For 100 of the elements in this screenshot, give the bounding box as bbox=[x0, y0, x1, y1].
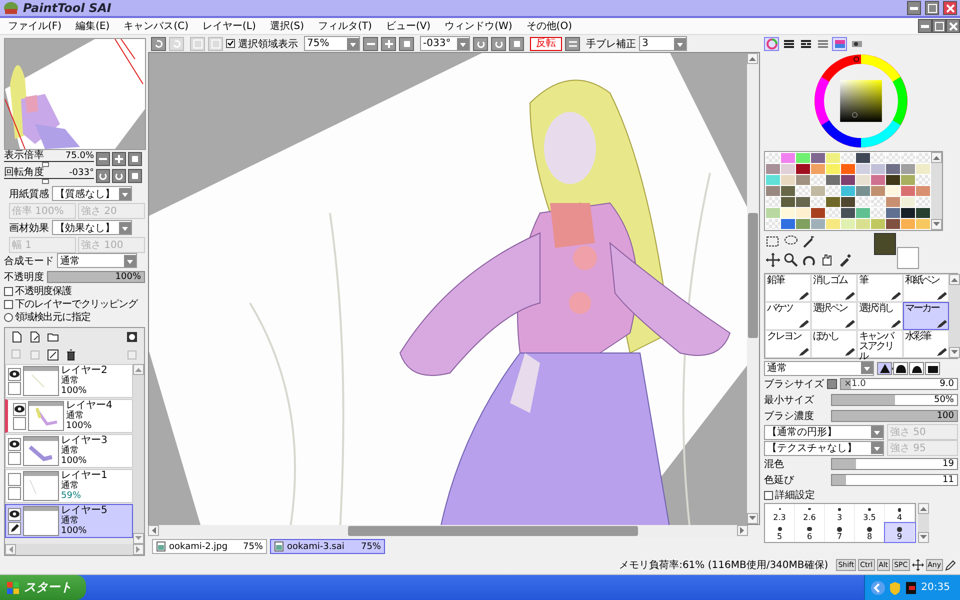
app-logo: PaintTool SAI bbox=[23, 1, 112, 15]
blend-mode-dropdown[interactable]: 通常 bbox=[57, 253, 137, 268]
brush-tool[interactable]: 選択ペン bbox=[811, 302, 857, 330]
size-multiplier: ×1.0 bbox=[844, 379, 866, 389]
brush-size-option[interactable]: 9 bbox=[885, 523, 915, 542]
blend-mode: 通常 bbox=[61, 516, 80, 526]
angle-dropdown[interactable]: -033° bbox=[420, 36, 470, 51]
slider-value: 50% bbox=[934, 395, 954, 405]
layer-row[interactable]: レイヤー1 通常 59% bbox=[5, 469, 133, 503]
field-label: 用紙質感 bbox=[9, 188, 49, 200]
brush-mode-dropdown[interactable]: 通常 bbox=[764, 360, 874, 376]
layer-name: レイヤー2 bbox=[61, 366, 108, 376]
brush-tool[interactable]: クレヨン bbox=[765, 330, 811, 358]
document-name: ookami-2.jpg bbox=[169, 542, 228, 552]
slider-value: 100% bbox=[115, 272, 141, 282]
field-label: 手ブレ補正 bbox=[586, 38, 636, 50]
layer-opacity: 100% bbox=[66, 421, 93, 431]
field-label: 合成モード bbox=[4, 254, 54, 268]
menu-item[interactable]: ウィンドウ(W) bbox=[442, 19, 524, 33]
option-label: 下のレイヤーでクリッピング bbox=[15, 298, 138, 311]
brush-tool[interactable]: 消しゴム bbox=[811, 274, 857, 302]
opacity-slider[interactable]: 100% bbox=[47, 270, 145, 282]
slider[interactable]: 100 bbox=[831, 410, 958, 422]
brush-tool[interactable]: 選択消し bbox=[857, 302, 903, 330]
layer-row[interactable]: レイヤー2 通常 100% bbox=[5, 364, 133, 398]
menu-item[interactable]: フィルタ(T) bbox=[316, 19, 384, 33]
checkbox-label: 詳細設定 bbox=[775, 488, 815, 502]
layer-row[interactable]: レイヤー5 通常 100% bbox=[5, 504, 133, 538]
menu-item[interactable]: 編集(E) bbox=[74, 19, 122, 33]
brush-tool[interactable]: 和紙ペン bbox=[903, 274, 949, 302]
slider-label: ブラシサイズ bbox=[764, 378, 824, 391]
brush-size-option[interactable]: 7 bbox=[825, 523, 855, 542]
shape-dropdown[interactable]: 【通常の円形】 bbox=[764, 424, 884, 440]
checkbox-label: 選択領域表示 bbox=[238, 38, 298, 50]
param-field: 強さ 95 bbox=[887, 440, 958, 456]
blend-mode: 通常 bbox=[61, 481, 80, 491]
shape-dropdown[interactable]: 【テクスチャなし】 bbox=[764, 440, 884, 456]
texture-dropdown[interactable]: 【質感なし】 bbox=[52, 186, 132, 201]
param-field: 幅 1 bbox=[9, 237, 76, 253]
document-zoom: 75% bbox=[360, 542, 381, 552]
document-name: ookami-3.sai bbox=[287, 542, 344, 552]
stabilizer-dropdown[interactable]: 3 bbox=[639, 36, 687, 51]
start-button[interactable]: スタート bbox=[0, 575, 86, 600]
slider[interactable]: ×1.0 9.0 bbox=[840, 378, 958, 390]
clock: 20:35 bbox=[921, 582, 950, 593]
texture-dropdown[interactable]: 【効果なし】 bbox=[52, 220, 132, 235]
param-field: 強さ 100 bbox=[78, 237, 145, 253]
field-label: 画材効果 bbox=[9, 222, 49, 234]
layer-opacity: 100% bbox=[61, 526, 88, 536]
slider-label: 色延び bbox=[764, 474, 796, 487]
document-tab[interactable]: ookami-2.jpg 75% bbox=[152, 539, 267, 554]
layer-name: レイヤー1 bbox=[61, 471, 108, 481]
layer-row[interactable]: レイヤー4 通常 100% bbox=[5, 399, 133, 433]
blend-mode: 通常 bbox=[61, 446, 80, 456]
brush-tool[interactable]: ぼかし bbox=[811, 330, 857, 358]
slider-value: -033° bbox=[69, 168, 94, 178]
brush-size-option[interactable]: 3 bbox=[825, 504, 855, 523]
memory-usage: メモリ負荷率:61% (116MB使用/340MB確保) bbox=[619, 558, 828, 572]
slider[interactable]: 50% bbox=[831, 394, 958, 406]
menu-item[interactable]: キャンバス(C) bbox=[122, 19, 200, 33]
slider-value: 9.0 bbox=[940, 379, 954, 389]
layer-opacity: 100% bbox=[61, 456, 88, 466]
slider-value: 75.0% bbox=[65, 151, 94, 161]
param-field: 強さ 50 bbox=[887, 424, 958, 440]
brush-tool[interactable]: 水彩筆 bbox=[903, 330, 949, 358]
param-field: 倍率 100% bbox=[9, 203, 76, 219]
slider-label: 混色 bbox=[764, 458, 785, 471]
option-label: 領域検出元に指定 bbox=[15, 310, 90, 324]
brush-size-option[interactable]: 6 bbox=[795, 523, 825, 542]
slider-value: 100 bbox=[936, 411, 954, 421]
layer-opacity: 59% bbox=[61, 491, 82, 501]
brush-size-option[interactable]: 2.6 bbox=[795, 504, 825, 523]
menu-item[interactable]: ファイル(F) bbox=[6, 19, 74, 33]
menu-item[interactable]: 選択(S) bbox=[268, 19, 316, 33]
layer-opacity: 100% bbox=[61, 386, 88, 396]
slider-label: 回転角度 bbox=[4, 168, 44, 178]
zoom-dropdown[interactable]: 75% bbox=[304, 36, 360, 51]
slider[interactable]: 11 bbox=[831, 474, 958, 486]
brush-tool[interactable]: バケツ bbox=[765, 302, 811, 330]
flip-button[interactable]: 反転 bbox=[530, 36, 562, 50]
slider[interactable]: 19 bbox=[831, 458, 958, 470]
menu-item[interactable]: ビュー(V) bbox=[384, 19, 443, 33]
slider-label: ブラシ濃度 bbox=[764, 410, 815, 423]
slider-label: 表示倍率 bbox=[4, 151, 44, 161]
brush-size-option[interactable]: 5 bbox=[765, 523, 795, 542]
document-zoom: 75% bbox=[242, 542, 263, 552]
option-label: 不透明度保護 bbox=[15, 284, 72, 298]
menu-item[interactable]: レイヤー(L) bbox=[200, 19, 268, 33]
brush-tool[interactable]: 筆 bbox=[857, 274, 903, 302]
brush-tool[interactable]: マーカー bbox=[903, 302, 949, 330]
layer-name: レイヤー3 bbox=[61, 436, 108, 446]
slider-label: 最小サイズ bbox=[764, 394, 815, 407]
layer-row[interactable]: レイヤー3 通常 100% bbox=[5, 434, 133, 468]
blend-mode: 通常 bbox=[61, 376, 80, 386]
brush-size-option[interactable]: 2.3 bbox=[765, 504, 795, 523]
document-tab[interactable]: ookami-3.sai 75% bbox=[270, 539, 385, 554]
brush-tool[interactable]: 鉛筆 bbox=[765, 274, 811, 302]
menu-item[interactable]: その他(O) bbox=[524, 19, 584, 33]
layer-name: レイヤー5 bbox=[61, 506, 108, 516]
layer-name: レイヤー4 bbox=[66, 401, 112, 411]
